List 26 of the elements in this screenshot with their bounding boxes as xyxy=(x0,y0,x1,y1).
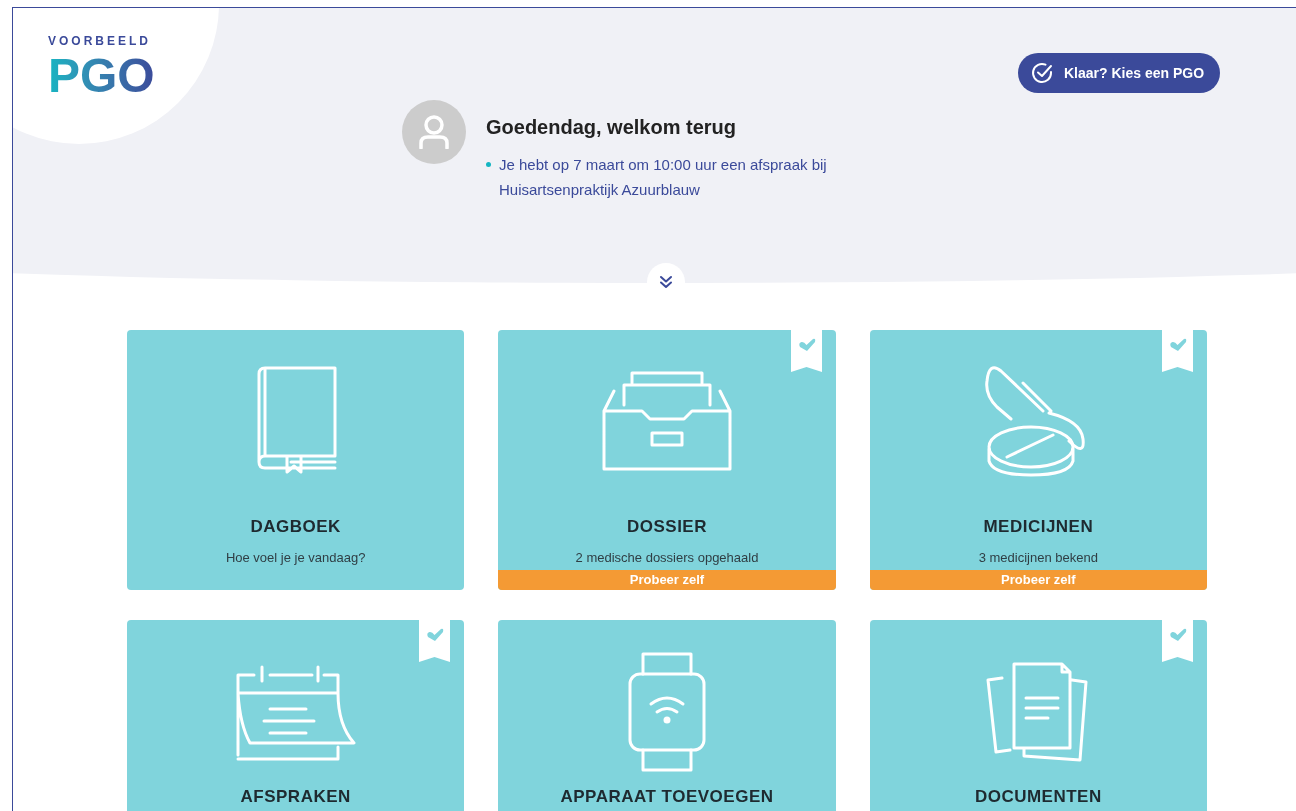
card-title: AFSPRAKEN xyxy=(240,786,351,808)
double-chevron-down-icon xyxy=(659,275,673,289)
card-title: DOSSIER xyxy=(626,516,707,538)
card-subtitle: 3 medicijnen bekend xyxy=(978,548,1098,567)
greeting-title: Goedendag, welkom terug xyxy=(486,115,738,140)
feature-card[interactable]: DOSSIER 2 medische dossiers opgehaald Probeer zelf xyxy=(498,330,836,590)
choose-pgo-button[interactable]: Klaar? Kies een PGO xyxy=(1018,53,1221,93)
feature-card[interactable]: DAGBOEK Hoe voel je je vandaag? xyxy=(127,330,465,590)
card-subtitle: 2 medische dossiers opgehaald xyxy=(575,548,759,567)
card-title: APPARAAT TOEVOEGEN xyxy=(560,786,774,808)
card-title: MEDICIJNEN xyxy=(983,516,1094,538)
card-title: DOCUMENTEN xyxy=(974,786,1102,808)
user-icon xyxy=(418,115,450,149)
feature-card[interactable]: MEDICIJNEN 3 medicijnen bekend Probeer zelf xyxy=(869,330,1207,590)
try-it-banner: Probeer zelf xyxy=(869,570,1207,590)
logo-tagline: VOORBEELD xyxy=(48,33,152,50)
appointment-notice: Je hebt op 7 maart om 10:00 uur een afspraak bij Huisartsenpraktijk Azuurblauw xyxy=(499,155,828,200)
feature-card[interactable]: AFSPRAKEN xyxy=(127,620,465,811)
card-title: DAGBOEK xyxy=(250,516,341,538)
try-it-banner: Probeer zelf xyxy=(498,570,836,590)
card-subtitle: Hoe voel je je vandaag? xyxy=(225,548,366,567)
check-circle-icon xyxy=(1030,61,1054,85)
feature-card[interactable]: APPARAAT TOEVOEGEN xyxy=(498,620,836,811)
file-drawer-icon xyxy=(602,369,732,471)
feature-card[interactable]: DOCUMENTEN xyxy=(869,620,1207,811)
smartwatch-icon xyxy=(627,650,707,774)
